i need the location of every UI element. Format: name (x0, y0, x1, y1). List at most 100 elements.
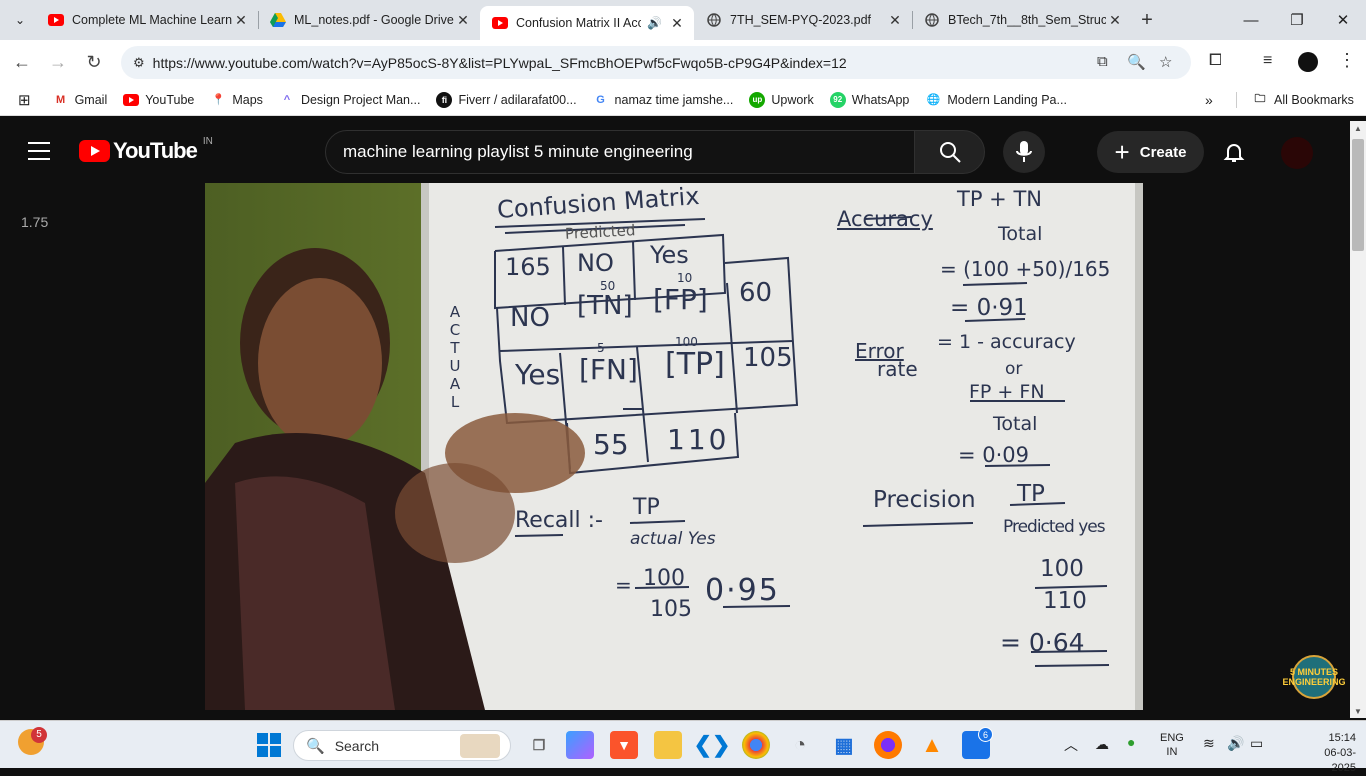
create-button[interactable]: + Create (1097, 131, 1204, 173)
url-text[interactable]: https://www.youtube.com/watch?v=AyP85ocS… (153, 55, 847, 71)
vscode-icon[interactable]: ❮❯ (694, 731, 731, 759)
scroll-up-icon[interactable]: ▲ (1350, 124, 1366, 133)
forward-button[interactable]: → (40, 44, 76, 80)
bookmark-design-project[interactable]: ^ Design Project Man... (279, 92, 421, 108)
site-settings-icon[interactable]: ⚙ (133, 55, 145, 71)
search-value: machine learning playlist 5 minute engin… (343, 142, 693, 161)
tab-search-button[interactable]: ⌄ (4, 6, 36, 34)
bookmark-whatsapp[interactable]: 92 WhatsApp (829, 91, 910, 108)
search-button[interactable] (914, 130, 985, 174)
browser-tab[interactable]: ML_notes.pdf - Google Drive ✕ (258, 0, 480, 40)
create-label: Create (1139, 143, 1187, 161)
language-indicator[interactable]: ENG IN (1160, 731, 1184, 759)
extensions-icon[interactable]: ⧠ (1209, 52, 1222, 70)
firefox-icon[interactable] (874, 731, 902, 759)
search-input[interactable]: machine learning playlist 5 minute engin… (325, 130, 915, 174)
copilot-icon[interactable] (566, 731, 594, 759)
upwork-icon: up (749, 91, 766, 108)
more-bookmarks-icon[interactable]: » (1205, 92, 1213, 108)
chrome-icon[interactable] (742, 731, 770, 759)
recall-denominator: actual Yes (630, 529, 716, 549)
scroll-down-icon[interactable]: ▼ (1350, 707, 1366, 716)
hamburger-menu-icon[interactable] (28, 142, 50, 160)
accuracy-label: Accuracy (837, 207, 933, 231)
back-button[interactable]: ← (4, 44, 40, 80)
close-icon[interactable]: ✕ (668, 15, 686, 32)
bookmark-upwork[interactable]: up Upwork (749, 91, 814, 108)
arrow-right-icon: → (49, 51, 67, 72)
close-window-button[interactable]: ✕ (1320, 0, 1366, 40)
clock[interactable]: 15:14 06-03-2025 (1300, 731, 1356, 776)
browser-tab[interactable]: BTech_7th__8th_Sem_Structu ✕ (912, 0, 1132, 40)
youtube-icon (492, 15, 508, 31)
battery-icon[interactable]: ▭ (1250, 735, 1263, 752)
calculator-icon[interactable]: ▦ (830, 731, 858, 759)
browser-tab[interactable]: 7TH_SEM-PYQ-2023.pdf ✕ (694, 0, 912, 40)
onedrive-icon[interactable]: ☁ (1095, 736, 1109, 753)
close-icon[interactable]: ✕ (454, 12, 472, 29)
bookmark-fiverr[interactable]: fi Fiverr / adilarafat00... (436, 91, 577, 108)
page-scrollbar[interactable]: ▲ ▼ (1350, 121, 1366, 718)
plus-icon: + (1114, 136, 1130, 167)
reload-button[interactable]: ↻ (76, 44, 112, 80)
taskbar-search[interactable]: 🔍 Search (293, 730, 511, 761)
clock-app-icon[interactable]: ◔ (786, 731, 814, 759)
restore-button[interactable]: ❐ (1274, 0, 1320, 40)
bookmark-modern-landing[interactable]: 🌐 Modern Landing Pa... (925, 92, 1067, 108)
microphone-icon (1016, 141, 1032, 162)
chevron-up-icon[interactable]: ︿ (1064, 735, 1078, 755)
wifi-icon[interactable]: ≋ (1203, 735, 1215, 752)
account-avatar[interactable] (1281, 137, 1313, 169)
chevron-down-icon: ⌄ (14, 13, 26, 27)
star-icon[interactable]: ☆ (1159, 53, 1172, 71)
youtube-header: YouTube IN machine learning playlist 5 m… (0, 121, 1350, 183)
browser-tab-active[interactable]: Confusion Matrix II Accu 🔊 ✕ (480, 6, 694, 40)
matrix-cell: [FN] (579, 353, 638, 386)
voice-search-button[interactable] (1003, 131, 1045, 173)
notifications-bell-icon[interactable] (1222, 140, 1246, 164)
browser-tab[interactable]: Complete ML Machine Learn ✕ (36, 0, 258, 40)
youtube-logo[interactable]: YouTube IN (79, 136, 213, 164)
bookmark-label: Fiverr / adilarafat00... (458, 92, 577, 107)
windows-start-icon[interactable] (255, 731, 283, 759)
bookmark-youtube[interactable]: YouTube (123, 92, 194, 108)
youtube-icon (48, 12, 64, 28)
close-icon[interactable]: ✕ (232, 12, 250, 29)
bookmark-label: WhatsApp (851, 92, 910, 107)
bookmark-namaz[interactable]: Gnamaz time jamshe... (593, 92, 733, 108)
new-tab-button[interactable]: + (1132, 9, 1162, 32)
close-icon[interactable]: ✕ (886, 12, 904, 29)
all-bookmarks[interactable]: 🗀 All Bookmarks (1252, 92, 1354, 108)
bookmark-gmail[interactable]: M Gmail (53, 92, 107, 108)
video-player[interactable]: Confusion Matrix Predicted ACTUAL 165 NO… (205, 183, 1143, 710)
apps-grid-icon[interactable]: ⊞ (18, 91, 31, 109)
status-icon[interactable]: ● (1127, 734, 1135, 750)
file-explorer-icon[interactable] (654, 731, 682, 759)
media-controls-icon[interactable]: ≡ (1263, 52, 1272, 70)
brave-browser-icon[interactable]: ▼ (610, 731, 638, 759)
gmail-icon: M (55, 93, 66, 106)
bookmarks-bar: ⊞ M Gmail YouTube 📍 Maps ^ Design Project M… (0, 84, 1366, 116)
error-rate-label: rate (877, 357, 918, 381)
zoom-icon[interactable]: 🔍 (1127, 53, 1146, 71)
task-view-icon[interactable]: ❐ (525, 731, 553, 759)
channel-watermark[interactable]: 5 MINUTES ENGINEERING (1283, 655, 1346, 699)
vlc-icon[interactable]: ▲ (918, 731, 946, 759)
matrix-col-header: Yes (650, 241, 689, 269)
recall-numerator: TP (633, 495, 660, 520)
close-icon[interactable]: ✕ (1106, 12, 1124, 29)
actual-label: ACTUAL (449, 303, 461, 411)
arrow-left-icon: ← (13, 51, 31, 72)
bookmark-maps[interactable]: 📍 Maps (210, 92, 263, 108)
profile-avatar[interactable] (1298, 52, 1318, 72)
open-in-app-icon[interactable]: ⧉ (1097, 53, 1108, 70)
scrollbar-thumb[interactable] (1352, 139, 1364, 251)
volume-icon[interactable]: 🔊 (1227, 735, 1244, 752)
matrix-row-header: NO (510, 303, 550, 333)
minimize-button[interactable]: — (1228, 0, 1274, 40)
address-bar[interactable]: ⚙ https://www.youtube.com/watch?v=AyP85o… (121, 46, 1191, 79)
matrix-cell: [FP] (653, 283, 708, 316)
search-icon: 🔍 (306, 737, 325, 755)
speaker-icon[interactable]: 🔊 (647, 16, 662, 30)
menu-icon[interactable]: ⋮ (1338, 50, 1356, 71)
